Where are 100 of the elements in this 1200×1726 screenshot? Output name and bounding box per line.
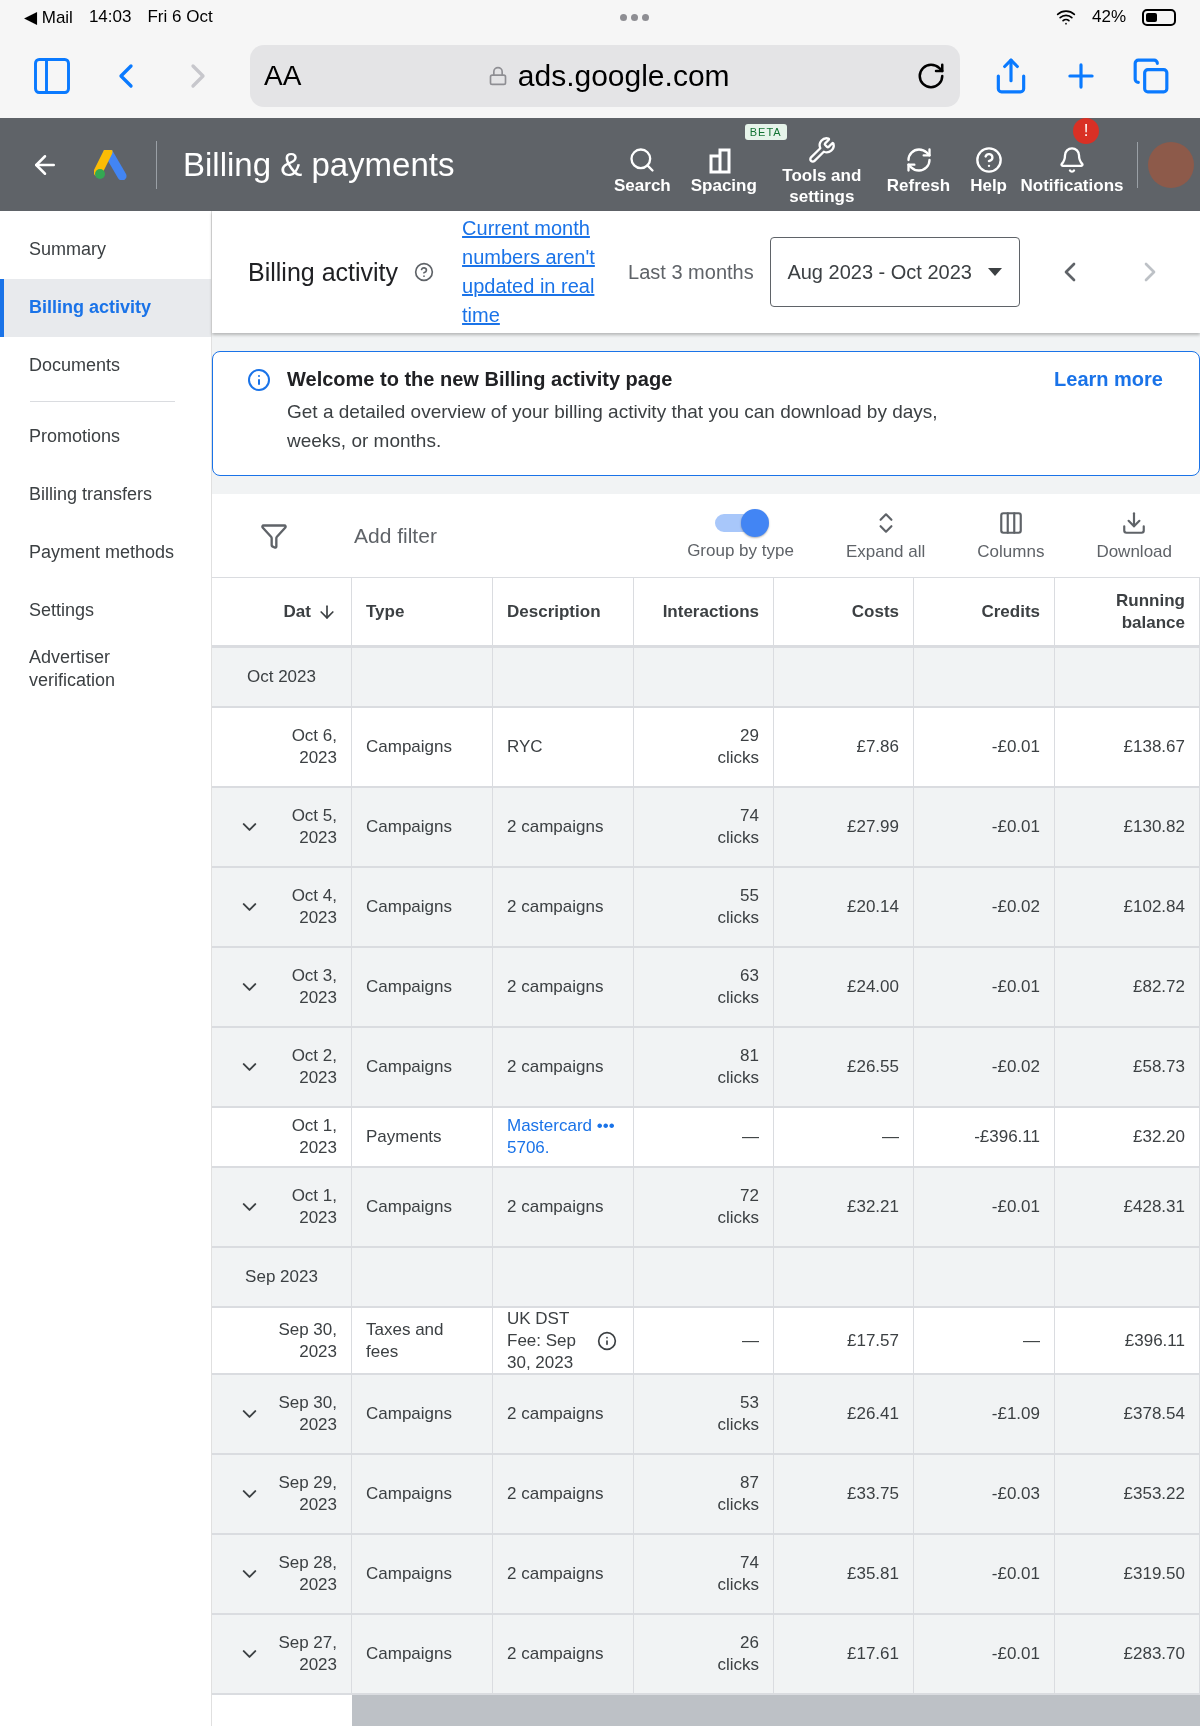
- battery-icon: [1142, 8, 1176, 26]
- table-cell: £24.00: [774, 948, 914, 1028]
- table-cell: 72 clicks: [634, 1168, 774, 1248]
- sidebar-item[interactable]: Advertiser verification: [0, 640, 211, 698]
- sidebar-item[interactable]: Payment methods: [0, 524, 211, 582]
- table-cell: 74 clicks: [634, 1535, 774, 1615]
- table-cell: -£0.01: [914, 1168, 1055, 1248]
- banner-title: Welcome to the new Billing activity page: [287, 368, 674, 391]
- table-cell: Campaigns: [352, 1615, 493, 1695]
- table-cell: £58.73: [1055, 1028, 1200, 1108]
- refresh-icon: [904, 146, 933, 175]
- header-action[interactable]: Refresh: [876, 140, 961, 203]
- table-cell: 2 campaigns: [493, 1028, 634, 1108]
- wrench-icon: [807, 136, 836, 165]
- table-cell: £32.20: [1055, 1108, 1200, 1168]
- banner-text: Get a detailed overview of your billing activity that you can download by days, weeks, or months.: [287, 400, 939, 453]
- table-cell: 74 clicks: [634, 788, 774, 868]
- wifi-icon: [1055, 7, 1076, 27]
- table-cell: -£0.02: [914, 868, 1055, 948]
- search-icon: [628, 146, 657, 175]
- sidebar-item[interactable]: Billing activity: [0, 279, 211, 337]
- date-cell: Oct 2, 2023: [212, 1028, 352, 1108]
- toggle-thumb[interactable]: [740, 508, 769, 537]
- sidebar-item[interactable]: Summary: [0, 221, 211, 279]
- table-cell: £33.75: [774, 1455, 914, 1535]
- table-cell: Campaigns: [352, 1375, 493, 1455]
- table-cell: -£0.01: [914, 708, 1055, 788]
- payment-link[interactable]: Mastercard ••• 5706.: [507, 1115, 617, 1159]
- table-cell: 2 campaigns: [493, 948, 634, 1028]
- range-label: Last 3 months: [628, 260, 754, 284]
- table-cell: £20.14: [774, 868, 914, 948]
- caret-icon: [987, 268, 1002, 276]
- table-cell: 2 campaigns: [493, 1615, 634, 1695]
- table-cell: Campaigns: [352, 948, 493, 1028]
- date-cell: Sep 30, 2023: [212, 1375, 352, 1455]
- table-cell: Campaigns: [352, 1535, 493, 1615]
- table-cell: 81 clicks: [634, 1028, 774, 1108]
- table-cell: Campaigns: [352, 708, 493, 788]
- table-cell: £319.50: [1055, 1535, 1200, 1615]
- table-cell: Campaigns: [352, 1455, 493, 1535]
- status-time: 14:03: [88, 7, 132, 27]
- table-cell: Sep 30, 2023: [212, 1308, 352, 1375]
- group-toggle[interactable]: Group by type: [675, 510, 806, 561]
- table-cell: £27.99: [774, 788, 914, 868]
- date-range-dropdown[interactable]: Aug 2023 - Oct 2023: [769, 237, 1020, 307]
- table-cell: 2 campaigns: [493, 868, 634, 948]
- date-cell: Oct 4, 2023: [212, 868, 352, 948]
- table-cell: —: [634, 1308, 774, 1375]
- toolbar-action[interactable]: Download: [1084, 509, 1184, 562]
- table-cell: -£0.02: [914, 1028, 1055, 1108]
- table-cell: 26 clicks: [634, 1615, 774, 1695]
- table-cell: £35.81: [774, 1535, 914, 1615]
- toolbar-action[interactable]: Columns: [965, 509, 1057, 562]
- table-cell: £130.82: [1055, 788, 1200, 868]
- sidebar-item[interactable]: Promotions: [0, 408, 211, 466]
- table-cell: -£0.01: [914, 1615, 1055, 1695]
- table-cell: -£0.01: [914, 1535, 1055, 1615]
- filter-icon[interactable]: [260, 521, 288, 550]
- table-cell: 53 clicks: [634, 1375, 774, 1455]
- help-icon[interactable]: [414, 262, 435, 282]
- table-cell: Campaigns: [352, 1168, 493, 1248]
- table-cell: 2 campaigns: [493, 1375, 634, 1455]
- table-cell: —: [914, 1308, 1055, 1375]
- learn-more-link[interactable]: Learn more: [1054, 368, 1163, 455]
- reload-icon[interactable]: [916, 61, 946, 91]
- table-cell: £102.84: [1055, 868, 1200, 948]
- text-size-button[interactable]: AA: [264, 60, 302, 92]
- address-bar[interactable]: AA ads.google.com: [250, 45, 960, 107]
- table-cell: UK DST Fee: Sep 30, 2023: [493, 1308, 634, 1375]
- table-cell: Oct 1, 2023: [212, 1108, 352, 1168]
- sidebar-item[interactable]: Documents: [0, 337, 211, 395]
- table-cell: £138.67: [1055, 708, 1200, 788]
- tabs-icon[interactable]: [1132, 57, 1170, 95]
- date-cell: Oct 3, 2023: [212, 948, 352, 1028]
- info-icon[interactable]: [597, 1330, 617, 1351]
- sidebar-item[interactable]: Settings: [0, 582, 211, 640]
- group-cell: Sep 2023: [212, 1248, 352, 1308]
- multitask-dots-icon[interactable]: [619, 13, 649, 21]
- beta-badge: BETA: [744, 124, 787, 141]
- add-filter-button[interactable]: Add filter: [348, 522, 676, 549]
- table-cell: —: [634, 1108, 774, 1168]
- date-cell: Oct 1, 2023: [212, 1168, 352, 1248]
- header-action[interactable]: Search: [604, 140, 681, 203]
- toolbar-action[interactable]: Expand all: [833, 509, 938, 562]
- table-cell: Payments: [352, 1108, 493, 1168]
- header-action[interactable]: Spacing: [680, 140, 767, 203]
- table-cell: £82.72: [1055, 948, 1200, 1028]
- sidebar-item[interactable]: Billing transfers: [0, 466, 211, 524]
- table-cell: -£396.11: [914, 1108, 1055, 1168]
- table-cell: £7.86: [774, 708, 914, 788]
- date-cell: Oct 5, 2023: [212, 788, 352, 868]
- table-cell: -£0.01: [914, 948, 1055, 1028]
- back-to-app[interactable]: ◀ Mail: [24, 6, 73, 28]
- header-action[interactable]: Help: [960, 140, 1017, 203]
- group-cell: Oct 2023: [212, 648, 352, 708]
- download-icon: [1121, 509, 1148, 536]
- scrollbar[interactable]: [352, 1695, 1200, 1726]
- page-title: Billing & payments: [156, 140, 604, 189]
- notice-link[interactable]: Current month numbers aren't updated in real time: [462, 214, 613, 330]
- table-cell: -£0.03: [914, 1455, 1055, 1535]
